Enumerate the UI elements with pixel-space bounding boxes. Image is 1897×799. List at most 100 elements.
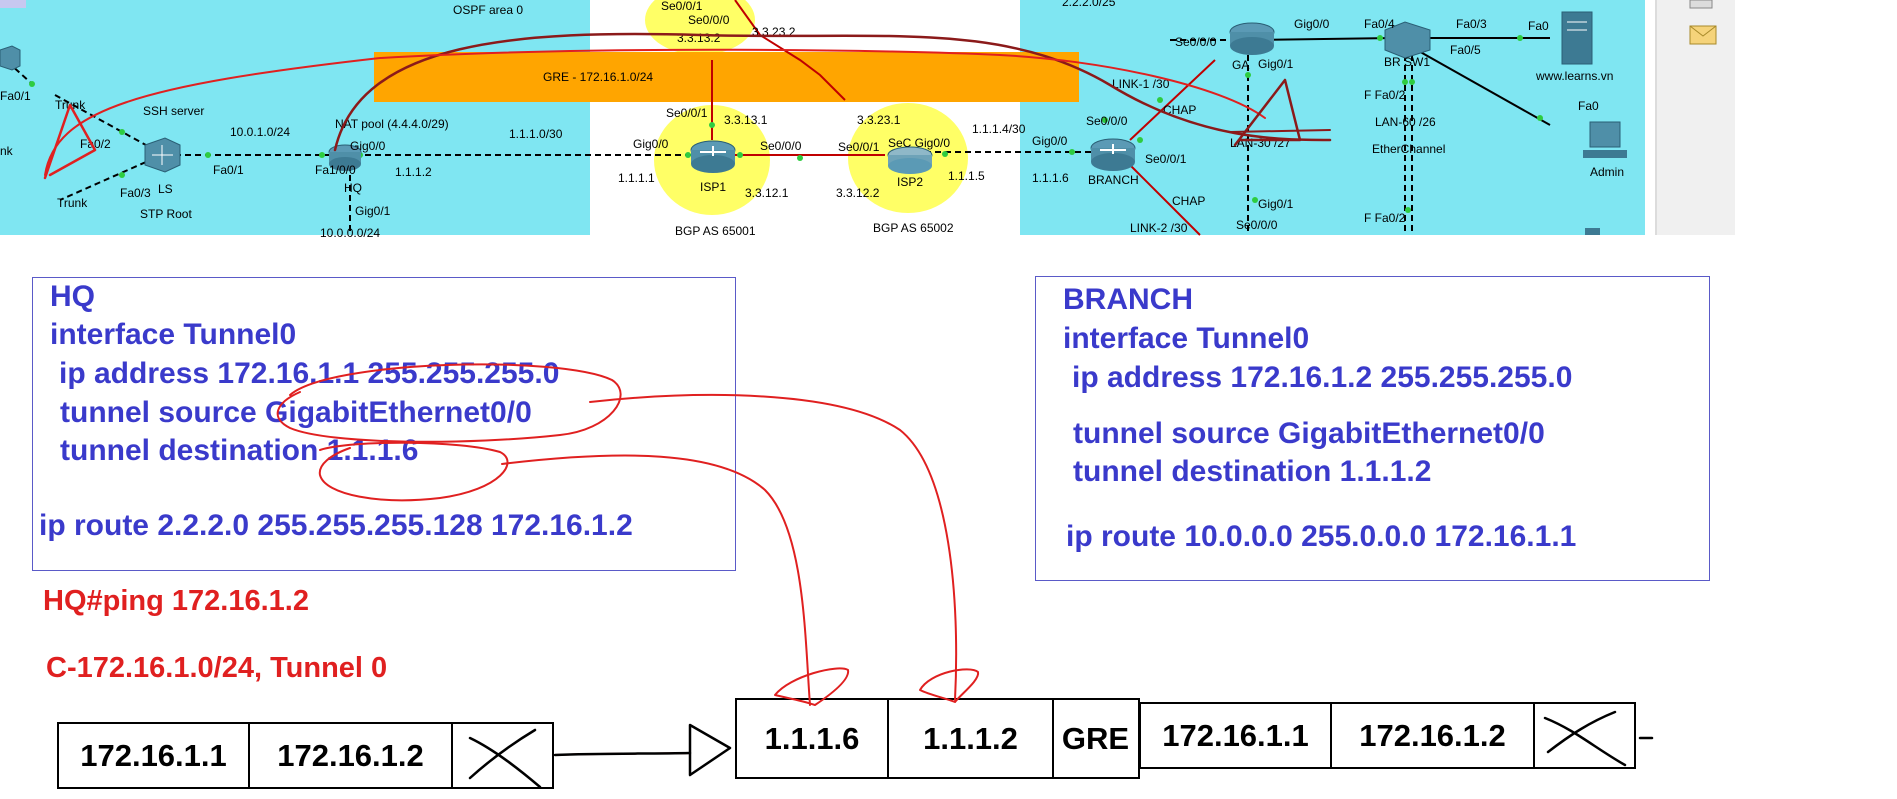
network-topology: OSPF area 0 2.2.2.0/25 Se0/0/1 Se0/0/0 3…: [0, 0, 1735, 240]
label-link1: LINK-1 /30: [1112, 77, 1170, 91]
label-gre: GRE - 172.16.1.0/24: [543, 70, 653, 84]
branch-config-box: BRANCH interface Tunnel0 ip address 172.…: [1035, 276, 1710, 581]
label-ga-gig01: Gig0/1: [1258, 57, 1294, 71]
label-f-fa02-a: F Fa0/2: [1364, 88, 1406, 102]
label-isp2: ISP2: [897, 175, 923, 189]
label-1110: 1.1.1.0/30: [509, 127, 563, 141]
label-fa0-admin: Fa0: [1578, 99, 1599, 113]
admin-pc-icon[interactable]: [1583, 121, 1627, 158]
label-br-gig00: Gig0/0: [1032, 134, 1068, 148]
ping-command-note: HQ#ping 172.16.1.2: [43, 585, 309, 617]
label-hq: HQ: [344, 181, 362, 195]
label-admin: Admin: [1590, 165, 1624, 179]
label-isp2-se001: Se0/0/1: [838, 140, 880, 154]
arrowhead-encapsulation: [688, 723, 732, 777]
label-33122: 3.3.12.2: [836, 186, 880, 200]
label-10000: 10.0.0.0/24: [320, 226, 380, 240]
label-fa0-srv: Fa0: [1528, 19, 1549, 33]
label-1111: 1.1.1.1: [618, 171, 655, 185]
label-link2: LINK-2 /30: [1130, 221, 1188, 235]
label-33121: 3.3.12.1: [745, 186, 789, 200]
outer-gre-header: 1.1.1.6 1.1.1.2 GRE: [735, 698, 1140, 779]
label-chap2: CHAP: [1172, 194, 1205, 208]
label-ga-se000: Se0/0/0: [1175, 35, 1217, 49]
left-switch-icon[interactable]: [0, 45, 21, 71]
label-ga-gig00: Gig0/0: [1294, 17, 1330, 31]
label-fa03: Fa0/3: [120, 186, 151, 200]
branch-config-tunnel-source: tunnel source GigabitEthernet0/0: [1073, 417, 1545, 450]
label-fa01-left: Fa0/1: [0, 89, 31, 103]
label-isp1-se000: Se0/0/0: [760, 139, 802, 153]
hq-config-interface: interface Tunnel0: [50, 318, 297, 351]
isp2-router-icon[interactable]: [887, 146, 933, 174]
label-ospf: OSPF area 0: [453, 3, 523, 17]
isp1-router-icon[interactable]: [690, 140, 736, 173]
encapsulated-inner-packet: 172.16.1.1 172.16.1.2: [1139, 702, 1636, 769]
inner-packet-src: 172.16.1.1: [1141, 704, 1332, 767]
label-1112: 1.1.1.2: [395, 165, 432, 179]
label-ls: LS: [158, 182, 173, 196]
toolbar-mail-icon[interactable]: [1689, 25, 1717, 45]
hq-config-ip-address: ip address 172.16.1.1 255.255.255.0: [59, 357, 560, 390]
label-hq-gig01: Gig0/1: [355, 204, 391, 218]
hq-config-tunnel-source: tunnel source GigabitEthernet0/0: [60, 396, 532, 429]
label-bgp1: BGP AS 65001: [675, 224, 756, 238]
partial-server-icon: [1585, 228, 1600, 235]
branch-config-tunnel-destination: tunnel destination 1.1.1.2: [1073, 455, 1432, 488]
web-server-icon[interactable]: [1561, 11, 1593, 65]
label-f-fa02-b: F Fa0/2: [1364, 211, 1406, 225]
branch-config-interface: interface Tunnel0: [1063, 322, 1310, 355]
label-stp: STP Root: [140, 207, 192, 221]
left-edge-purple: [0, 0, 26, 8]
branch-config-ip-route: ip route 10.0.0.0 255.0.0.0 172.16.1.1: [1066, 520, 1577, 553]
label-fa04: Fa0/4: [1364, 17, 1395, 31]
gre-band: [374, 52, 1079, 102]
label-10010: 10.0.1.0/24: [230, 125, 290, 139]
label-bot-se000: Se0/0/0: [1236, 218, 1278, 232]
label-br-se000: Se0/0/0: [1086, 114, 1128, 128]
label-33131: 3.3.13.1: [724, 113, 768, 127]
toolbar-notes-icon[interactable]: [1689, 0, 1713, 9]
label-ga: GA: [1232, 58, 1249, 72]
label-www: www.learns.vn: [1535, 69, 1613, 83]
label-fa03-r: Fa0/3: [1456, 17, 1487, 31]
hq-config-ip-route: ip route 2.2.2.0 255.255.255.128 172.16.…: [39, 509, 633, 542]
label-1115: 1.1.1.5: [948, 169, 985, 183]
label-1116: 1.1.1.6: [1032, 171, 1069, 185]
label-33132: 3.3.13.2: [677, 31, 721, 45]
hq-config-tunnel-destination: tunnel destination 1.1.1.6: [60, 434, 419, 467]
label-ssh: SSH server: [143, 104, 204, 118]
hq-config-box: HQ interface Tunnel0 ip address 172.16.1…: [32, 277, 736, 571]
label-branch: BRANCH: [1088, 173, 1139, 187]
ga-router-icon[interactable]: [1229, 22, 1275, 55]
label-ether: EtherChannel: [1372, 142, 1445, 156]
branch-config-ip-address: ip address 172.16.1.2 255.255.255.0: [1072, 361, 1573, 394]
label-hq-fa10: Fa1/0/0: [315, 163, 356, 177]
outer-header-src: 1.1.1.6: [737, 700, 889, 777]
original-packet-payload: [453, 724, 551, 787]
label-bot-gig01: Gig0/1: [1258, 197, 1294, 211]
connected-route-note: C-172.16.1.0/24, Tunnel 0: [46, 652, 388, 684]
label-se000-top: Se0/0/0: [688, 13, 730, 27]
label-lan60: LAN-60 /26: [1375, 115, 1436, 129]
label-fa01-ls: Fa0/1: [213, 163, 244, 177]
original-packet-dst: 172.16.1.2: [250, 724, 453, 787]
label-33231: 3.3.23.1: [857, 113, 901, 127]
hq-config-title: HQ: [50, 280, 95, 313]
left-edge-zone: [0, 0, 60, 235]
branch-router-icon[interactable]: [1090, 138, 1136, 171]
label-se001-top: Se0/0/1: [661, 0, 703, 13]
original-packet-src: 172.16.1.1: [59, 724, 250, 787]
label-bgp2: BGP AS 65002: [873, 221, 954, 235]
inner-packet-dst: 172.16.1.2: [1332, 704, 1535, 767]
label-fa05: Fa0/5: [1450, 43, 1481, 57]
label-2220: 2.2.2.0/25: [1062, 0, 1116, 9]
label-br-se001: Se0/0/1: [1145, 152, 1187, 166]
label-1114: 1.1.1.4/30: [972, 122, 1026, 136]
label-hq-gig00: Gig0/0: [350, 139, 386, 153]
original-packet: 172.16.1.1 172.16.1.2: [57, 722, 554, 789]
arrow-encapsulation: [554, 752, 691, 756]
label-isp1-gig00: Gig0/0: [633, 137, 669, 151]
ls-switch-icon[interactable]: [144, 137, 181, 173]
outer-header-dst: 1.1.1.2: [889, 700, 1054, 777]
